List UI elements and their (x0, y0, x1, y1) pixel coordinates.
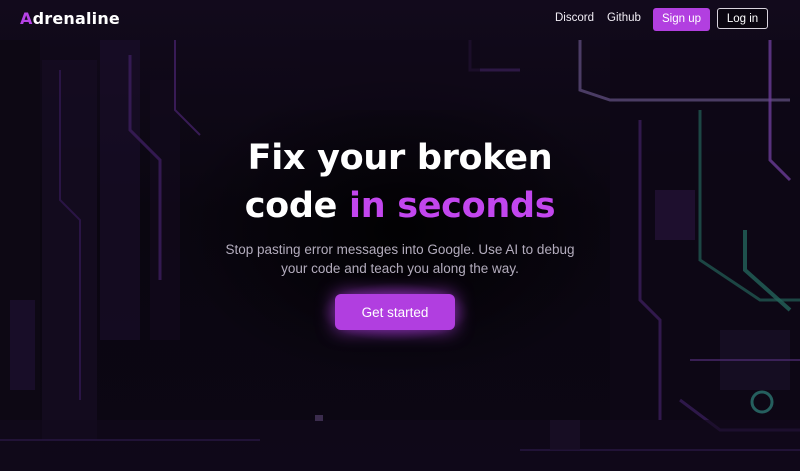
top-navigation: Adrenaline Discord Github Sign up Log in (0, 0, 800, 40)
github-link[interactable]: Github (607, 12, 641, 24)
logo-accent-letter: A (20, 9, 33, 28)
hero-subtitle: Stop pasting error messages into Google.… (225, 242, 575, 276)
hero-title: Fix your broken code in seconds (200, 134, 600, 230)
hero-title-line1: Fix your broken (247, 138, 553, 178)
hero-title-line2-accent: in seconds (349, 186, 556, 226)
adrenaline-logo[interactable]: Adrenaline (20, 9, 120, 28)
log-in-button[interactable]: Log in (717, 8, 768, 29)
hero-title-line2-plain: code (244, 186, 338, 226)
background-illustration (0, 40, 800, 471)
logo-wordmark: drenaline (32, 9, 120, 28)
sign-up-button[interactable]: Sign up (653, 8, 710, 31)
landing-page: Adrenaline Discord Github Sign up Log in… (0, 0, 800, 471)
discord-link[interactable]: Discord (555, 12, 594, 24)
get-started-button[interactable]: Get started (335, 294, 455, 330)
